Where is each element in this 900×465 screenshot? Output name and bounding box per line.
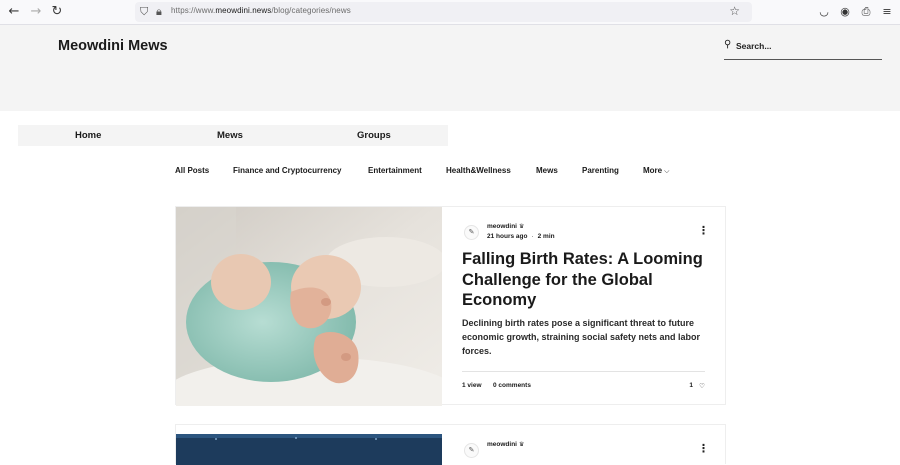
post-photo — [176, 425, 442, 465]
url-text[interactable]: https://www.meowdini.news/blog/categorie… — [171, 6, 351, 15]
post-excerpt[interactable]: Declining birth rates pose a significant… — [462, 316, 710, 358]
address-bar[interactable]: ⛉ 🔒︎ https://www.meowdini.news/blog/cate… — [135, 2, 752, 22]
author-name[interactable]: meowdini ♛ — [487, 223, 524, 230]
extensions-icon[interactable]: ⎙ — [859, 5, 873, 19]
post-card[interactable]: ✎ meowdini ♛ 21 hours ago · 2 min ⋮ Falling… — [175, 206, 726, 406]
browser-toolbar: ← → ↻ ⛉ 🔒︎ https://www.meowdini.news/blo… — [0, 0, 900, 25]
post-image[interactable] — [176, 425, 442, 465]
nav-groups[interactable]: Groups — [357, 130, 391, 141]
baby-feet-photo — [176, 207, 442, 406]
category-finance[interactable]: Finance and Cryptocurrency — [233, 166, 341, 175]
pocket-icon[interactable]: ◡ — [817, 5, 831, 19]
category-all-posts[interactable]: All Posts — [175, 166, 209, 175]
category-more[interactable]: More ⌵ — [643, 166, 669, 176]
post-stats: 1 view 0 comments 1 ♡ — [462, 371, 705, 391]
bookmark-star-icon[interactable]: ☆ — [729, 4, 740, 18]
view-count: 1 view — [462, 382, 482, 389]
back-icon[interactable]: ← — [6, 4, 22, 20]
post-card[interactable]: ✎ meowdini ♛ ⋮ — [175, 424, 726, 465]
category-mews[interactable]: Mews — [536, 166, 558, 175]
shield-icon[interactable]: ⛉ — [140, 5, 148, 19]
search-icon[interactable]: ⚲ — [724, 39, 731, 50]
site-title[interactable]: Meowdini Mews — [58, 38, 168, 54]
search-box[interactable]: ⚲ — [724, 37, 882, 60]
heart-icon[interactable]: ♡ — [699, 382, 705, 390]
main-nav: Home Mews Groups — [18, 125, 448, 146]
category-health[interactable]: Health&Wellness — [446, 166, 511, 175]
lock-icon[interactable]: 🔒︎ — [156, 5, 162, 19]
post-title[interactable]: Falling Birth Rates: A Looming Challenge… — [462, 249, 712, 311]
author-row: ✎ meowdini ♛ ⋮ — [462, 441, 709, 461]
post-meta: 21 hours ago · 2 min — [487, 233, 555, 240]
crown-icon: ♛ — [518, 223, 525, 230]
crown-icon: ♛ — [518, 441, 525, 448]
menu-icon[interactable]: ≡ — [880, 5, 894, 19]
category-entertainment[interactable]: Entertainment — [368, 166, 422, 175]
search-input[interactable] — [736, 39, 876, 53]
category-parenting[interactable]: Parenting — [582, 166, 619, 175]
avatar[interactable]: ✎ — [464, 225, 479, 240]
chevron-down-icon: ⌵ — [664, 167, 670, 175]
forward-icon[interactable]: → — [28, 4, 44, 20]
comment-count[interactable]: 0 comments — [493, 382, 531, 389]
like-count: 1 — [689, 382, 693, 389]
nav-home[interactable]: Home — [75, 130, 101, 141]
more-options-icon[interactable]: ⋮ — [698, 443, 709, 457]
nav-mews[interactable]: Mews — [217, 130, 243, 141]
more-options-icon[interactable]: ⋮ — [698, 225, 709, 239]
site-header: Meowdini Mews ⚲ — [0, 25, 900, 111]
reload-icon[interactable]: ↻ — [49, 4, 65, 20]
author-name[interactable]: meowdini ♛ — [487, 441, 524, 448]
avatar[interactable]: ✎ — [464, 443, 479, 458]
post-image[interactable] — [176, 207, 442, 406]
author-row: ✎ meowdini ♛ 21 hours ago · 2 min ⋮ — [462, 223, 709, 243]
account-icon[interactable]: ◉ — [838, 5, 852, 19]
